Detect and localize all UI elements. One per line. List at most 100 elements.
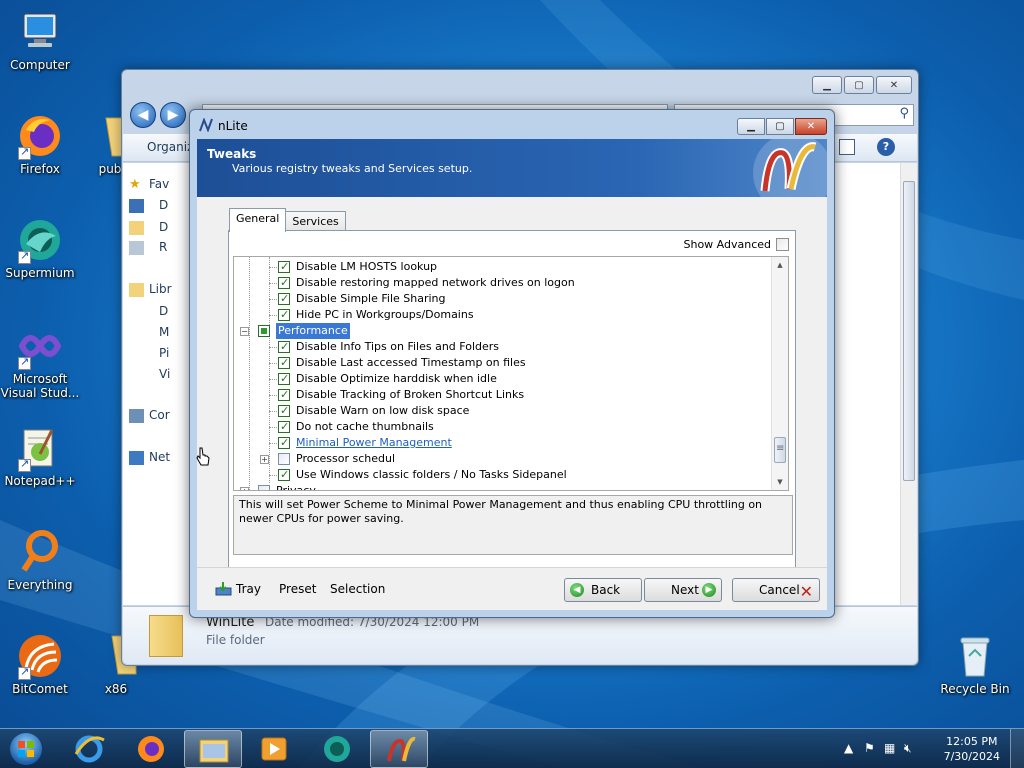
clock[interactable]: 12:05 PM 7/30/2024 xyxy=(944,734,1000,764)
computer-icon xyxy=(16,8,64,56)
start-button[interactable] xyxy=(4,729,48,768)
checkbox[interactable] xyxy=(278,291,290,307)
tree-item-label: Processor schedul xyxy=(296,452,396,465)
close-button[interactable]: ✕ xyxy=(795,118,827,135)
forward-arrow-icon[interactable]: ▶ xyxy=(160,102,186,128)
selection-button[interactable]: Selection xyxy=(330,582,385,596)
nav-libraries[interactable]: Libr xyxy=(149,280,172,298)
taskbar-ie[interactable] xyxy=(60,730,118,768)
scrollbar-thumb[interactable] xyxy=(903,181,915,481)
checkbox[interactable] xyxy=(278,403,290,419)
expand-icon[interactable]: + xyxy=(240,487,249,490)
checkbox[interactable] xyxy=(278,339,290,355)
show-desktop-button[interactable] xyxy=(1010,729,1024,768)
checkbox[interactable] xyxy=(278,307,290,323)
desktop-icon-notepadpp[interactable]: Notepad++ xyxy=(0,424,80,488)
close-button[interactable]: ✕ xyxy=(876,76,912,94)
nav-computer[interactable]: Cor xyxy=(149,406,170,424)
checkbox[interactable] xyxy=(278,259,290,275)
tree-item[interactable]: Disable Optimize harddisk when idle xyxy=(234,371,774,387)
taskbar-explorer[interactable] xyxy=(184,730,242,768)
checkbox[interactable] xyxy=(278,387,290,403)
nav-item[interactable]: D xyxy=(159,302,168,320)
checkbox[interactable] xyxy=(278,419,290,435)
tree-item[interactable]: + Processor schedul xyxy=(234,451,774,467)
tree-scrollbar[interactable]: ▲ ▼ xyxy=(771,257,788,490)
tree-category-privacy[interactable]: + Privacy xyxy=(234,483,774,490)
checkbox[interactable] xyxy=(278,435,290,451)
cancel-button[interactable]: Cancel ✕ xyxy=(732,578,820,602)
organize-button[interactable]: Organiz xyxy=(147,140,193,154)
desktop-icon-recycle-bin[interactable]: Recycle Bin xyxy=(935,632,1015,696)
tree-item[interactable]: Do not cache thumbnails xyxy=(234,419,774,435)
title-bar[interactable]: nLite ▁ ▢ ✕ xyxy=(190,110,834,139)
checkbox[interactable] xyxy=(278,355,290,371)
tree-item[interactable]: Hide PC in Workgroups/Domains xyxy=(234,307,774,323)
action-center-flag-icon[interactable]: ⚑ xyxy=(864,741,875,755)
show-advanced-checkbox[interactable]: Show Advanced xyxy=(683,238,789,251)
nav-item[interactable]: R xyxy=(159,238,167,256)
nav-item[interactable]: Pi xyxy=(159,344,169,362)
checkbox[interactable] xyxy=(258,485,270,490)
back-arrow-icon[interactable]: ◀ xyxy=(130,102,156,128)
tree-item[interactable]: Disable Warn on low disk space xyxy=(234,403,774,419)
scroll-up-icon[interactable]: ▲ xyxy=(772,257,788,273)
checkbox[interactable] xyxy=(258,325,270,337)
tree-item[interactable]: Disable restoring mapped network drives … xyxy=(234,275,774,291)
tree-item-label: Disable restoring mapped network drives … xyxy=(296,276,575,289)
desktop-icon-firefox[interactable]: Firefox xyxy=(0,112,80,176)
preset-button[interactable]: Preset xyxy=(279,582,316,596)
maximize-button[interactable]: ▢ xyxy=(766,118,794,135)
nav-item[interactable]: D xyxy=(159,218,168,236)
taskbar-firefox[interactable] xyxy=(122,730,180,768)
minimize-button[interactable]: ▁ xyxy=(737,118,765,135)
network-icon[interactable]: ▦ xyxy=(884,741,895,755)
tree-item-hovered[interactable]: Minimal Power Management xyxy=(234,435,774,451)
tab-general[interactable]: General xyxy=(229,208,287,232)
taskbar: ▲ ⚑ ▦ 🔇︎ 12:05 PM 7/30/2024 xyxy=(0,728,1024,768)
taskbar-supermium[interactable] xyxy=(308,730,366,768)
checkbox[interactable] xyxy=(776,238,789,251)
nlite-window[interactable]: nLite ▁ ▢ ✕ Tweaks Various registry twea… xyxy=(189,109,835,618)
scroll-down-icon[interactable]: ▼ xyxy=(772,474,788,490)
tree-item[interactable]: Use Windows classic folders / No Tasks S… xyxy=(234,467,774,483)
preview-pane-icon[interactable] xyxy=(839,139,855,155)
nav-item[interactable]: M xyxy=(159,323,169,341)
scrollbar[interactable] xyxy=(900,163,917,605)
collapse-icon[interactable]: − xyxy=(240,327,249,336)
expand-icon[interactable]: + xyxy=(260,455,269,464)
scrollbar-thumb[interactable] xyxy=(774,437,786,463)
nav-favorites[interactable]: Fav xyxy=(149,175,169,193)
nav-item[interactable]: D xyxy=(159,196,168,214)
next-button[interactable]: Next ▶ xyxy=(644,578,722,602)
checkbox[interactable] xyxy=(278,453,290,465)
desktop-icon-supermium[interactable]: Supermium xyxy=(0,216,80,280)
tree-category-performance[interactable]: − Performance xyxy=(234,323,774,339)
checkbox[interactable] xyxy=(278,371,290,387)
nav-network[interactable]: Net xyxy=(149,448,170,466)
maximize-button[interactable]: ▢ xyxy=(844,76,874,94)
desktop-icon-bitcomet[interactable]: BitComet xyxy=(0,632,80,696)
tree-item[interactable]: Disable Last accessed Timestamp on files xyxy=(234,355,774,371)
volume-muted-icon[interactable]: 🔇︎ xyxy=(904,741,912,756)
desktop-icon-visual-studio[interactable]: Microsoft Visual Stud... xyxy=(0,322,80,400)
back-button[interactable]: ◀ Back xyxy=(564,578,642,602)
tree-item[interactable]: Disable Tracking of Broken Shortcut Link… xyxy=(234,387,774,403)
checkbox[interactable] xyxy=(278,467,290,483)
desktop-icon-label: Notepad++ xyxy=(4,474,76,488)
taskbar-media-player[interactable] xyxy=(246,730,304,768)
dialog-footer: Tray Preset Selection ◀ Back Next ▶ Canc… xyxy=(197,567,827,610)
checkbox[interactable] xyxy=(278,275,290,291)
nav-item[interactable]: Vi xyxy=(159,365,170,383)
show-hidden-icons-icon[interactable]: ▲ xyxy=(844,741,853,755)
tray-button[interactable]: Tray xyxy=(236,582,261,596)
taskbar-nlite[interactable] xyxy=(370,730,428,768)
help-icon[interactable]: ? xyxy=(877,138,895,156)
desktop-icon-everything[interactable]: Everything xyxy=(0,528,80,592)
minimize-button[interactable]: ▁ xyxy=(812,76,842,94)
desktop-icon-computer[interactable]: Computer xyxy=(0,8,80,72)
tweaks-tree[interactable]: Disable LM HOSTS lookup Disable restorin… xyxy=(233,256,789,491)
tree-item[interactable]: Disable LM HOSTS lookup xyxy=(234,259,774,275)
tree-item[interactable]: Disable Info Tips on Files and Folders xyxy=(234,339,774,355)
tree-item[interactable]: Disable Simple File Sharing xyxy=(234,291,774,307)
